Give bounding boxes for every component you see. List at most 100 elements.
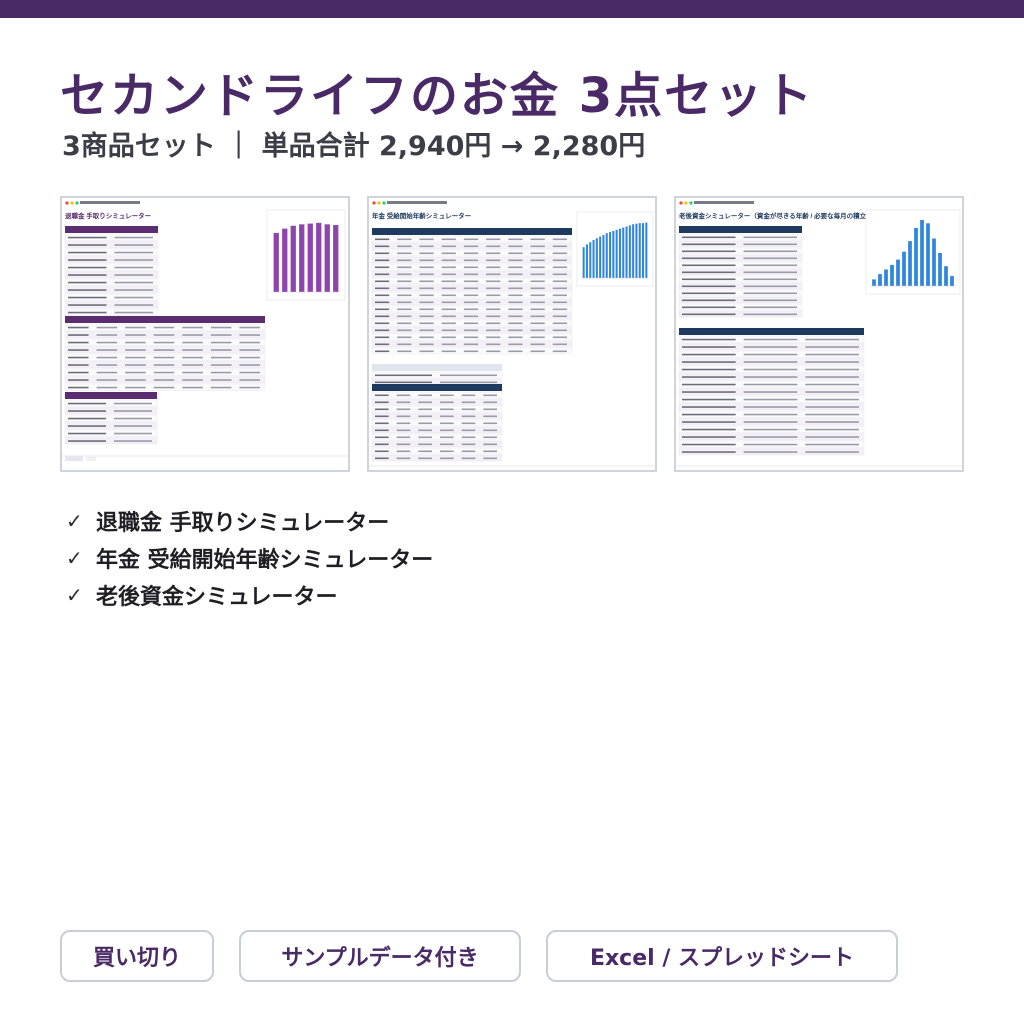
chart-bar <box>589 242 592 278</box>
table-cell <box>805 368 859 371</box>
chart-bar <box>902 251 906 286</box>
table-cell <box>68 236 107 239</box>
table-cell <box>419 266 434 269</box>
table-header <box>679 328 864 335</box>
table-cell <box>441 315 456 318</box>
table-cell <box>682 338 736 341</box>
table-cell <box>68 417 106 420</box>
table-cell <box>441 336 456 339</box>
screenshot-retirement-allowance: 退職金 手取りシミュレーター <box>60 196 350 472</box>
table-cell <box>210 349 232 351</box>
chart-bar <box>625 226 628 278</box>
table-cell <box>743 306 797 309</box>
table-cell <box>375 457 389 460</box>
table-cell <box>682 264 736 267</box>
table-cell <box>375 259 390 262</box>
table-cell <box>125 386 146 389</box>
table-cell <box>441 322 456 325</box>
table-cell <box>375 273 390 276</box>
table-cell <box>463 287 479 290</box>
table-cell <box>68 349 89 351</box>
table-cell <box>682 436 736 438</box>
table-cell <box>461 450 476 453</box>
table-cell <box>114 410 152 412</box>
table-cell <box>239 371 260 374</box>
table-row <box>371 412 503 420</box>
table-cell <box>486 273 501 276</box>
chart-bar <box>944 266 948 286</box>
table-cell <box>114 402 152 405</box>
table-cell <box>530 266 545 269</box>
tag-sample-data: サンプルデータ付き <box>239 930 521 982</box>
table-cell <box>440 394 454 397</box>
file-name <box>387 201 447 204</box>
table-cell <box>441 252 456 255</box>
table-cell <box>96 356 118 359</box>
table-cell <box>743 346 798 348</box>
table-cell <box>375 436 389 439</box>
screenshot-pension-start-age: 年金 受給開始年齢シミュレーター <box>367 196 657 472</box>
table-cell <box>486 259 501 262</box>
sheet-tab <box>86 456 96 461</box>
table-cell <box>682 346 736 348</box>
table-cell <box>486 336 501 339</box>
top-accent-bar <box>0 0 1024 18</box>
table-cell <box>463 238 479 241</box>
window-dot <box>377 201 381 205</box>
table-cell <box>805 406 859 408</box>
table-cell <box>743 243 797 246</box>
table-cell <box>153 326 175 329</box>
spreadsheet-thumbnail: 年金 受給開始年齢シミュレーター <box>369 198 655 470</box>
table-cell <box>483 457 497 460</box>
table-row <box>371 426 503 434</box>
table-cell <box>418 429 432 432</box>
table-cell <box>743 285 797 288</box>
table-cell <box>743 338 798 341</box>
table-cell <box>375 415 389 418</box>
table-cell <box>463 315 479 318</box>
table-cell <box>419 273 434 276</box>
table-cell <box>418 457 432 460</box>
table-cell <box>440 381 497 384</box>
table-cell <box>419 322 434 325</box>
table-cell <box>375 322 390 325</box>
table-cell <box>153 364 175 366</box>
table-cell <box>508 343 523 346</box>
table-cell <box>397 329 412 332</box>
table-cell <box>552 259 567 262</box>
table-cell <box>530 273 545 276</box>
table-cell <box>125 349 146 351</box>
table-cell <box>486 308 501 311</box>
table-cell <box>210 386 232 389</box>
table-cell <box>153 356 175 359</box>
table-cell <box>418 408 432 411</box>
table-cell <box>68 251 107 254</box>
table-cell <box>418 422 432 425</box>
price-subtitle: 3商品セット ｜ 単品合計 2,940円 → 2,280円 <box>62 131 646 162</box>
table-cell <box>508 273 523 276</box>
table-cell <box>486 350 501 353</box>
table-cell <box>682 391 736 393</box>
chart-bar <box>622 227 625 278</box>
table-cell <box>114 304 153 306</box>
table-cell <box>805 398 859 401</box>
table-cell <box>68 341 89 344</box>
table-cell <box>486 315 501 318</box>
table-cell <box>486 322 501 325</box>
table-cell <box>375 429 389 432</box>
table-cell <box>239 364 260 366</box>
table-row <box>371 433 503 441</box>
table-cell <box>397 280 412 283</box>
table-cell <box>743 383 798 386</box>
table-cell <box>552 343 567 346</box>
table-cell <box>114 244 153 246</box>
table-cell <box>375 329 390 332</box>
table-cell <box>418 450 432 453</box>
check-icon: ✓ <box>66 582 83 607</box>
table-cell <box>552 350 567 353</box>
table-cell <box>508 280 523 283</box>
chart-frame <box>576 211 654 287</box>
table-cell <box>68 432 106 435</box>
table-cell <box>682 451 736 453</box>
table-cell <box>486 301 501 304</box>
